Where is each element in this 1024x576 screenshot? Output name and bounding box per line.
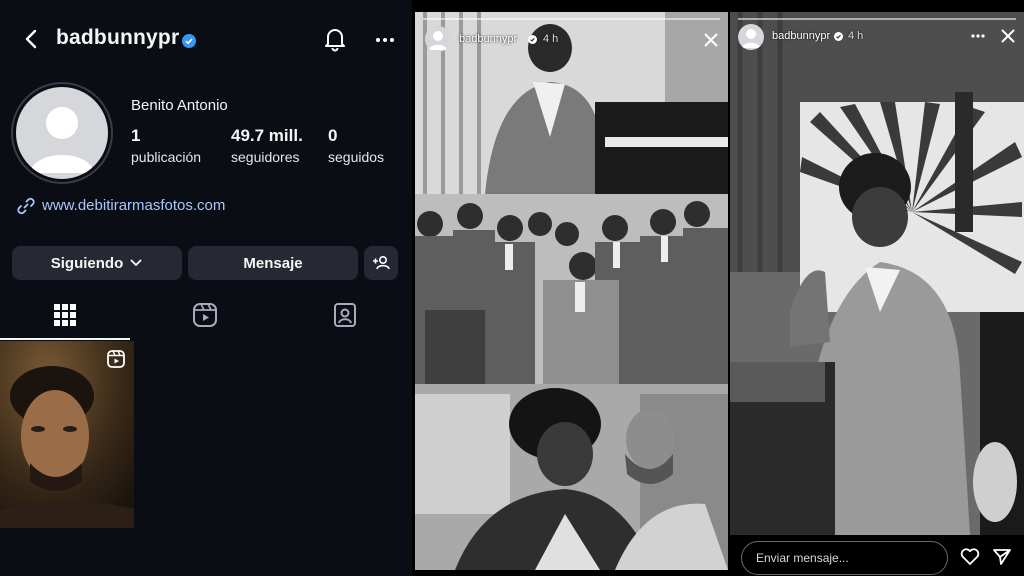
avatar-placeholder-icon (30, 107, 94, 173)
avatar[interactable] (16, 87, 108, 179)
send-icon[interactable] (992, 548, 1012, 566)
profile-header: badbunnypr (0, 18, 412, 62)
active-tab-indicator (0, 338, 130, 340)
story-viewer-1: badbunnypr 4 h (415, 12, 728, 570)
back-icon[interactable] (20, 28, 42, 50)
story-avatar[interactable] (425, 26, 451, 52)
following-button[interactable]: Siguiendo (12, 246, 182, 280)
more-icon[interactable] (375, 30, 395, 50)
add-person-icon (373, 256, 390, 270)
verified-icon (834, 32, 843, 41)
story-photo-two-men (415, 384, 728, 570)
screen: badbunnypr Benito Antonio 1 publicación … (0, 0, 1024, 576)
verified-icon (528, 35, 537, 44)
tagged-icon[interactable] (330, 300, 360, 330)
story-viewer-2: badbunnypr 4 h (730, 12, 1024, 576)
grid-icon[interactable] (50, 300, 80, 330)
stat-followers-label: seguidores (231, 149, 300, 165)
link-icon (17, 197, 35, 215)
profile-panel: badbunnypr Benito Antonio 1 publicación … (0, 0, 412, 576)
post-image (0, 341, 134, 528)
story-username[interactable]: badbunnypr (772, 30, 830, 42)
story-progress-bar (738, 18, 1016, 20)
stat-followers[interactable]: 49.7 mill. seguidores (231, 126, 303, 165)
chevron-down-icon (130, 259, 142, 267)
story-photo-group (415, 194, 728, 384)
close-icon[interactable] (703, 32, 719, 48)
profile-username: badbunnypr (56, 26, 180, 49)
story-username[interactable]: badbunnypr (459, 33, 517, 45)
story-time: 4 h (543, 33, 559, 45)
avatar-placeholder-icon (742, 29, 760, 48)
message-button[interactable]: Mensaje (188, 246, 358, 280)
close-icon[interactable] (1000, 28, 1016, 44)
stat-following[interactable]: 0 seguidos (328, 126, 384, 165)
story-photo-musician (730, 12, 1024, 535)
link-text: www.debitirarmasfotos.com (42, 197, 226, 214)
avatar-placeholder-icon (429, 31, 447, 50)
story-avatar[interactable] (738, 24, 764, 50)
message-placeholder: Enviar mensaje... (756, 551, 849, 565)
stat-posts[interactable]: 1 publicación (131, 126, 201, 165)
stat-following-value: 0 (328, 126, 338, 145)
more-icon[interactable] (970, 30, 986, 42)
story-progress-bar (423, 18, 720, 20)
stat-posts-value: 1 (131, 126, 141, 145)
stat-followers-value: 49.7 mill. (231, 126, 303, 145)
stat-posts-label: publicación (131, 149, 202, 165)
add-person-button[interactable] (364, 246, 398, 280)
message-button-label: Mensaje (243, 254, 303, 272)
display-name: Benito Antonio (131, 97, 228, 114)
post-thumbnail[interactable] (0, 341, 134, 528)
reel-icon (107, 350, 125, 368)
story-time: 4 h (848, 30, 864, 42)
stat-following-label: seguidos (328, 149, 385, 165)
following-button-label: Siguiendo (50, 254, 124, 272)
reels-icon[interactable] (190, 300, 220, 330)
verified-icon (182, 34, 196, 48)
message-input[interactable]: Enviar mensaje... (741, 541, 948, 575)
bell-icon[interactable] (323, 26, 347, 52)
heart-icon[interactable] (960, 548, 980, 566)
